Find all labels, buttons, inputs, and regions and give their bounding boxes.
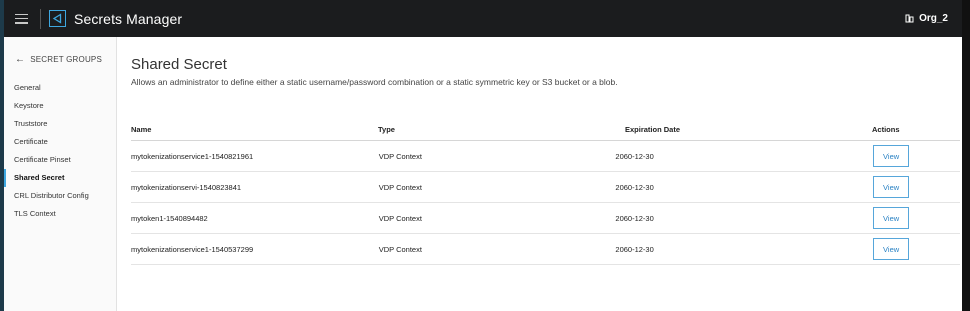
- back-label: SECRET GROUPS: [30, 55, 103, 64]
- frame-edge-right: [962, 0, 970, 311]
- main-content: Shared Secret Allows an administrator to…: [131, 37, 962, 265]
- org-switcher[interactable]: Org_2: [905, 13, 948, 24]
- sidebar: ← SECRET GROUPS General Keystore Trustst…: [4, 37, 117, 311]
- cell-expiration: 2060-12-30: [615, 151, 654, 161]
- cell-type: VDP Context: [378, 213, 422, 223]
- cell-expiration: 2060-12-30: [615, 213, 654, 223]
- sidebar-item-shared-secret[interactable]: Shared Secret: [4, 169, 116, 187]
- page-title: Shared Secret: [131, 56, 227, 73]
- column-header-name[interactable]: Name: [131, 125, 378, 134]
- table-row: mytokenizationservice1-1540821961 VDP Co…: [131, 141, 960, 172]
- cell-type: VDP Context: [378, 244, 422, 254]
- cell-name: mytokenizationservice1-1540537299: [131, 244, 254, 254]
- sidebar-item-certificate-pinset[interactable]: Certificate Pinset: [4, 151, 116, 169]
- column-header-type[interactable]: Type: [378, 125, 625, 134]
- sidebar-item-truststore[interactable]: Truststore: [4, 115, 116, 133]
- arrow-left-icon: ←: [15, 54, 26, 65]
- table-row: mytokenizationservice1-1540537299 VDP Co…: [131, 234, 960, 265]
- org-icon: [905, 14, 914, 23]
- cell-name: mytokenizationservi-1540823841: [131, 182, 242, 192]
- cell-expiration: 2060-12-30: [615, 182, 654, 192]
- view-button[interactable]: View: [873, 145, 910, 167]
- org-name: Org_2: [919, 13, 948, 24]
- table-row: mytokenizationservi-1540823841 VDP Conte…: [131, 172, 960, 203]
- app-title: Secrets Manager: [74, 10, 183, 27]
- view-button[interactable]: View: [873, 176, 910, 198]
- sidebar-nav: General Keystore Truststore Certificate …: [4, 79, 116, 223]
- cell-actions: View: [872, 145, 960, 167]
- cell-actions: View: [872, 176, 960, 198]
- cell-expiration: 2060-12-30: [615, 244, 654, 254]
- cell-type: VDP Context: [378, 182, 422, 192]
- sidebar-item-keystore[interactable]: Keystore: [4, 97, 116, 115]
- top-bar: Secrets Manager Org_2: [4, 0, 962, 37]
- cell-name: mytoken1-1540894482: [131, 213, 208, 223]
- back-to-secret-groups[interactable]: ← SECRET GROUPS: [15, 54, 116, 65]
- table-row: mytoken1-1540894482 VDP Context 2060-12-…: [131, 203, 960, 234]
- sidebar-item-certificate[interactable]: Certificate: [4, 133, 116, 151]
- cell-type: VDP Context: [378, 151, 422, 161]
- secrets-table: Name Type Expiration Date Actions mytoke…: [131, 118, 960, 265]
- page-description: Allows an administrator to define either…: [131, 77, 618, 87]
- view-button[interactable]: View: [873, 238, 910, 260]
- app-logo-icon: [49, 10, 66, 27]
- sidebar-item-general[interactable]: General: [4, 79, 116, 97]
- header-divider: [40, 8, 41, 29]
- table-header: Name Type Expiration Date Actions: [131, 118, 960, 141]
- hamburger-icon[interactable]: [6, 0, 36, 37]
- cell-actions: View: [872, 238, 960, 260]
- cell-name: mytokenizationservice1-1540821961: [131, 151, 254, 161]
- view-button[interactable]: View: [873, 207, 910, 229]
- sidebar-item-crl-distributor-config[interactable]: CRL Distributor Config: [4, 187, 116, 205]
- column-header-actions: Actions: [872, 124, 900, 134]
- column-header-expiration[interactable]: Expiration Date: [625, 125, 872, 134]
- sidebar-item-tls-context[interactable]: TLS Context: [4, 205, 116, 223]
- cell-actions: View: [872, 207, 960, 229]
